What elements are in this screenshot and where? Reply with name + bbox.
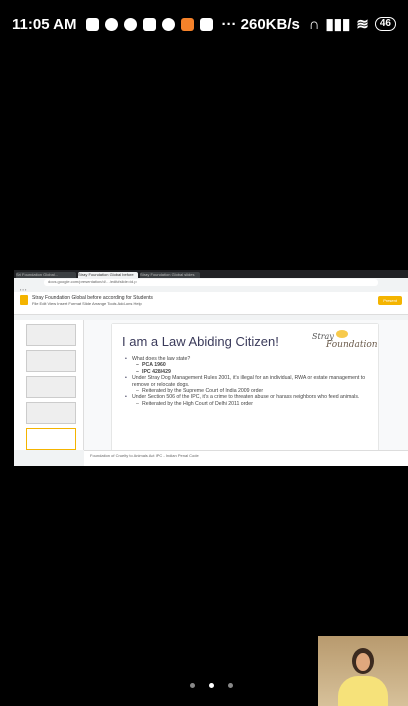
slides-toolbar[interactable] xyxy=(14,308,408,315)
speaker-notes[interactable]: Foundation of Cruelty to Animals Act IPC… xyxy=(84,450,408,466)
slide-canvas: I am a Law Abiding Citizen! Stray Founda… xyxy=(84,320,408,466)
slides-header: Stray Foundation Global before according… xyxy=(14,292,408,308)
whatsapp-icon xyxy=(105,17,119,31)
browser-tab-active[interactable]: Stray Foundation Global before xyxy=(78,272,138,278)
page-dot[interactable] xyxy=(190,683,195,688)
page-indicator xyxy=(190,683,233,688)
mail-icon xyxy=(143,17,157,31)
browser-tab[interactable]: Sri Foundation Global... xyxy=(16,272,76,278)
person-face xyxy=(356,653,370,671)
shared-screen[interactable]: Sri Foundation Global... Stray Foundatio… xyxy=(14,270,408,466)
logo-text-foundation: Foundation xyxy=(326,340,378,350)
battery-icon: 46 xyxy=(374,17,396,31)
chat-icon xyxy=(124,17,138,31)
document-title[interactable]: Stray Foundation Global before according… xyxy=(32,295,153,301)
page-dot[interactable] xyxy=(228,683,233,688)
menu-bar[interactable]: File Edit View Insert Format Slide Arran… xyxy=(32,301,153,306)
browser-tab-bar: Sri Foundation Global... Stray Foundatio… xyxy=(14,270,408,278)
self-video-preview[interactable] xyxy=(318,636,408,706)
signal-icon: ▮▮▮ xyxy=(325,16,351,33)
page-dot-active[interactable] xyxy=(209,683,214,688)
sun-icon xyxy=(336,330,348,338)
address-bar[interactable]: docs.google.com/presentation/d/…/edit#sl… xyxy=(44,279,378,286)
gallery-icon xyxy=(200,17,214,31)
slide-thumbnail[interactable] xyxy=(26,324,76,346)
app-icon xyxy=(181,17,195,31)
notification-icon xyxy=(86,17,100,31)
slides-workspace: I am a Law Abiding Citizen! Stray Founda… xyxy=(14,320,408,466)
foundation-logo: Stray Foundation xyxy=(312,330,378,352)
slide-title: I am a Law Abiding Citizen! xyxy=(122,334,279,349)
slide-filmstrip[interactable] xyxy=(14,320,84,450)
slide-thumbnail[interactable] xyxy=(26,350,76,372)
slide-thumbnail[interactable] xyxy=(26,376,76,398)
slide-thumbnail[interactable] xyxy=(26,402,76,424)
slide-thumbnail-active[interactable] xyxy=(26,428,76,450)
sub-bullet-item: Reiterated by the High Court of Delhi 20… xyxy=(124,401,369,408)
status-time: 11:05 AM xyxy=(12,15,77,33)
slide-bullets: What does the law state? PCA 1960 IPC 42… xyxy=(124,356,369,408)
instagram-icon xyxy=(162,17,176,31)
network-speed: ··· 260KB/s xyxy=(221,15,300,33)
person-body xyxy=(338,676,388,706)
headset-icon: ∩ xyxy=(308,15,320,33)
wifi-icon: ≋ xyxy=(356,16,369,33)
status-bar: 11:05 AM ··· 260KB/s ∩ ▮▮▮ ≋ 46 xyxy=(0,0,408,48)
browser-tab[interactable]: Stray Foundation Global slides xyxy=(140,272,200,278)
slide[interactable]: I am a Law Abiding Citizen! Stray Founda… xyxy=(112,324,378,466)
present-button[interactable]: Present xyxy=(378,295,402,305)
bullet-item: Under Stray Dog Management Rules 2001, i… xyxy=(124,375,369,388)
slides-logo-icon[interactable] xyxy=(20,295,28,305)
